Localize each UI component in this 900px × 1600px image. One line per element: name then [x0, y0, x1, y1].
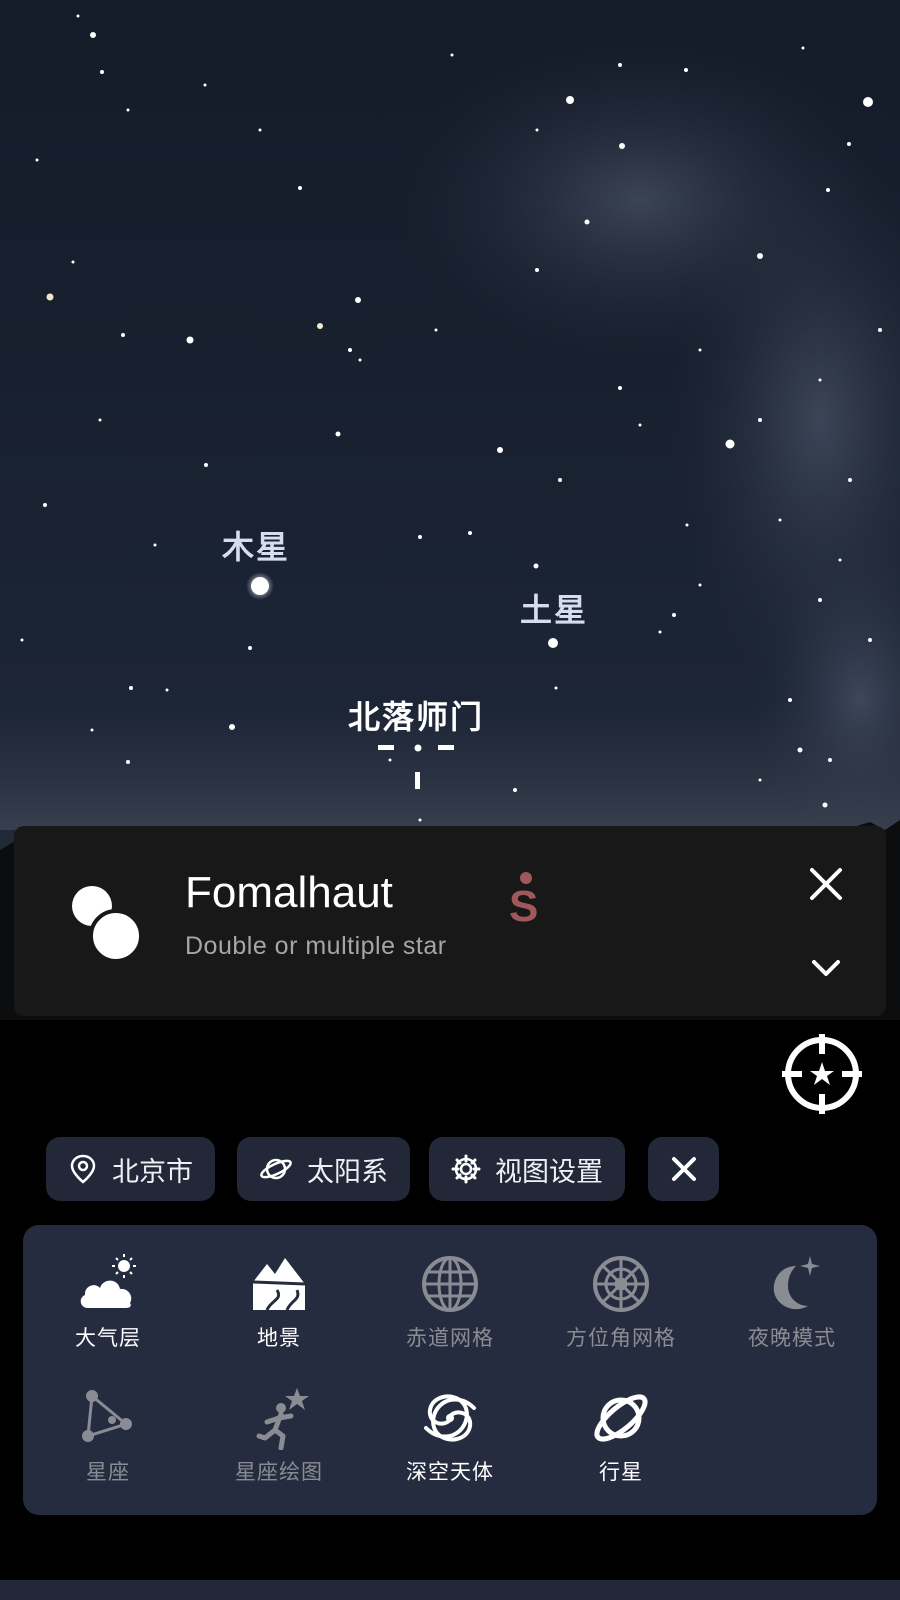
target-star-label[interactable]: 北落师门	[348, 692, 484, 738]
south-compass-marker: S	[506, 870, 546, 940]
constellation-art-icon	[256, 1388, 309, 1450]
layer-deep-sky-label: 深空天体	[406, 1460, 494, 1484]
layer-azimuth-grid[interactable]: 方位角网格	[551, 1252, 691, 1352]
location-pin-icon	[70, 1154, 96, 1184]
layer-constellations-label: 星座	[86, 1460, 130, 1484]
layer-equatorial-grid[interactable]: 赤道网格	[380, 1252, 520, 1352]
chevron-down-icon[interactable]	[810, 958, 842, 980]
planet-icon	[260, 1158, 292, 1180]
layer-constellations[interactable]: 星座	[38, 1386, 178, 1486]
close-icon	[671, 1157, 696, 1181]
cloud-sun-icon	[80, 1254, 136, 1308]
view-settings-chip-label: 视图设置	[495, 1156, 603, 1188]
gear-icon	[451, 1154, 481, 1184]
double-star-icon	[72, 886, 143, 963]
object-title: Fomalhaut	[185, 868, 393, 917]
south-label: S	[509, 882, 539, 931]
layer-constellation-art[interactable]: 星座绘图	[209, 1386, 349, 1486]
azimuth-grid-icon	[593, 1256, 649, 1312]
center-target-button[interactable]	[782, 1034, 862, 1114]
globe-grid-icon	[422, 1256, 478, 1312]
layer-night-mode[interactable]: 夜晚模式	[722, 1252, 862, 1352]
landscape-icon	[252, 1258, 306, 1311]
close-panel-button[interactable]	[648, 1137, 719, 1201]
planet-ring-icon	[594, 1394, 648, 1442]
layer-planets[interactable]: 行星	[551, 1386, 691, 1486]
view-settings-chip[interactable]: 视图设置	[429, 1137, 625, 1201]
layer-atmosphere-label: 大气层	[75, 1326, 141, 1350]
jupiter-marker[interactable]	[251, 577, 269, 595]
solar-system-chip[interactable]: 太阳系	[237, 1137, 410, 1201]
galaxy-icon	[424, 1394, 476, 1442]
navigation-bar	[0, 1580, 900, 1600]
layer-night-mode-label: 夜晚模式	[748, 1326, 836, 1350]
layer-planets-label: 行星	[599, 1460, 643, 1484]
constellation-icon	[82, 1390, 132, 1442]
location-chip-label: 北京市	[112, 1156, 193, 1188]
layer-azimuth-grid-label: 方位角网格	[566, 1326, 676, 1350]
jupiter-label[interactable]: 木星	[222, 522, 290, 568]
layer-landscape[interactable]: 地景	[209, 1252, 349, 1352]
layer-atmosphere[interactable]: 大气层	[38, 1252, 178, 1352]
location-chip[interactable]: 北京市	[46, 1137, 215, 1201]
layer-constellation-art-label: 星座绘图	[235, 1460, 323, 1484]
layer-landscape-label: 地景	[257, 1326, 301, 1350]
moon-star-icon	[773, 1256, 820, 1310]
layer-deep-sky[interactable]: 深空天体	[380, 1386, 520, 1486]
close-icon[interactable]	[806, 864, 846, 904]
layer-equatorial-grid-label: 赤道网格	[406, 1326, 494, 1350]
saturn-label[interactable]: 土星	[520, 585, 588, 631]
saturn-marker[interactable]	[548, 638, 558, 648]
object-type: Double or multiple star	[185, 932, 447, 960]
solar-system-chip-label: 太阳系	[307, 1156, 388, 1188]
